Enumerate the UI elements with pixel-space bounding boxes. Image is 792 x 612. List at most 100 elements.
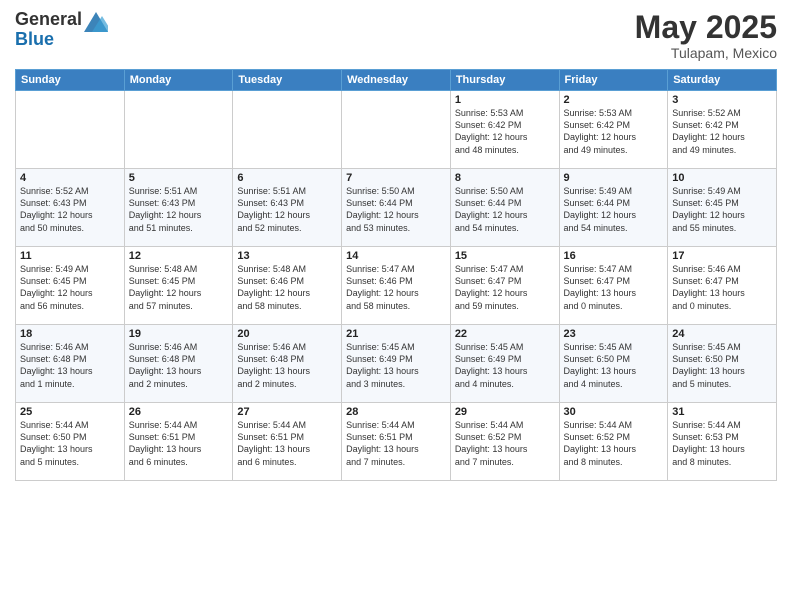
day-info: Sunrise: 5:45 AM Sunset: 6:49 PM Dayligh… xyxy=(455,341,555,390)
day-number: 2 xyxy=(564,94,664,106)
day-number: 18 xyxy=(20,328,120,340)
logo-icon xyxy=(84,12,108,32)
calendar-day-header: Saturday xyxy=(668,70,777,91)
day-info: Sunrise: 5:45 AM Sunset: 6:49 PM Dayligh… xyxy=(346,341,446,390)
day-number: 31 xyxy=(672,406,772,418)
day-number: 6 xyxy=(237,172,337,184)
day-info: Sunrise: 5:44 AM Sunset: 6:51 PM Dayligh… xyxy=(237,419,337,468)
location: Tulapam, Mexico xyxy=(635,45,777,61)
calendar-day-cell: 6Sunrise: 5:51 AM Sunset: 6:43 PM Daylig… xyxy=(233,169,342,247)
calendar-day-cell: 10Sunrise: 5:49 AM Sunset: 6:45 PM Dayli… xyxy=(668,169,777,247)
day-number: 15 xyxy=(455,250,555,262)
day-number: 30 xyxy=(564,406,664,418)
calendar-day-header: Tuesday xyxy=(233,70,342,91)
calendar-week-row: 11Sunrise: 5:49 AM Sunset: 6:45 PM Dayli… xyxy=(16,247,777,325)
calendar-day-cell: 13Sunrise: 5:48 AM Sunset: 6:46 PM Dayli… xyxy=(233,247,342,325)
calendar-week-row: 4Sunrise: 5:52 AM Sunset: 6:43 PM Daylig… xyxy=(16,169,777,247)
calendar-day-cell: 19Sunrise: 5:46 AM Sunset: 6:48 PM Dayli… xyxy=(124,325,233,403)
calendar-day-cell: 7Sunrise: 5:50 AM Sunset: 6:44 PM Daylig… xyxy=(342,169,451,247)
month-title: May 2025 xyxy=(635,10,777,45)
day-info: Sunrise: 5:49 AM Sunset: 6:44 PM Dayligh… xyxy=(564,185,664,234)
calendar-day-cell: 16Sunrise: 5:47 AM Sunset: 6:47 PM Dayli… xyxy=(559,247,668,325)
day-info: Sunrise: 5:51 AM Sunset: 6:43 PM Dayligh… xyxy=(237,185,337,234)
calendar-day-cell: 14Sunrise: 5:47 AM Sunset: 6:46 PM Dayli… xyxy=(342,247,451,325)
day-number: 4 xyxy=(20,172,120,184)
calendar-day-cell: 28Sunrise: 5:44 AM Sunset: 6:51 PM Dayli… xyxy=(342,403,451,481)
calendar-day-cell: 11Sunrise: 5:49 AM Sunset: 6:45 PM Dayli… xyxy=(16,247,125,325)
calendar: SundayMondayTuesdayWednesdayThursdayFrid… xyxy=(15,69,777,481)
day-info: Sunrise: 5:53 AM Sunset: 6:42 PM Dayligh… xyxy=(564,107,664,156)
calendar-day-cell: 21Sunrise: 5:45 AM Sunset: 6:49 PM Dayli… xyxy=(342,325,451,403)
calendar-day-cell: 1Sunrise: 5:53 AM Sunset: 6:42 PM Daylig… xyxy=(450,91,559,169)
day-info: Sunrise: 5:44 AM Sunset: 6:51 PM Dayligh… xyxy=(129,419,229,468)
day-info: Sunrise: 5:48 AM Sunset: 6:45 PM Dayligh… xyxy=(129,263,229,312)
day-number: 17 xyxy=(672,250,772,262)
calendar-week-row: 25Sunrise: 5:44 AM Sunset: 6:50 PM Dayli… xyxy=(16,403,777,481)
calendar-day-cell: 30Sunrise: 5:44 AM Sunset: 6:52 PM Dayli… xyxy=(559,403,668,481)
calendar-day-cell: 9Sunrise: 5:49 AM Sunset: 6:44 PM Daylig… xyxy=(559,169,668,247)
title-block: May 2025 Tulapam, Mexico xyxy=(635,10,777,61)
logo-blue: Blue xyxy=(15,30,82,50)
day-number: 26 xyxy=(129,406,229,418)
day-info: Sunrise: 5:46 AM Sunset: 6:48 PM Dayligh… xyxy=(237,341,337,390)
day-number: 20 xyxy=(237,328,337,340)
day-number: 28 xyxy=(346,406,446,418)
calendar-day-header: Wednesday xyxy=(342,70,451,91)
day-info: Sunrise: 5:53 AM Sunset: 6:42 PM Dayligh… xyxy=(455,107,555,156)
calendar-day-cell xyxy=(16,91,125,169)
day-info: Sunrise: 5:48 AM Sunset: 6:46 PM Dayligh… xyxy=(237,263,337,312)
page: General Blue May 2025 Tulapam, Mexico Su… xyxy=(0,0,792,612)
calendar-day-cell: 18Sunrise: 5:46 AM Sunset: 6:48 PM Dayli… xyxy=(16,325,125,403)
calendar-day-cell: 12Sunrise: 5:48 AM Sunset: 6:45 PM Dayli… xyxy=(124,247,233,325)
day-info: Sunrise: 5:46 AM Sunset: 6:48 PM Dayligh… xyxy=(129,341,229,390)
calendar-day-header: Sunday xyxy=(16,70,125,91)
calendar-day-cell xyxy=(342,91,451,169)
day-info: Sunrise: 5:52 AM Sunset: 6:42 PM Dayligh… xyxy=(672,107,772,156)
day-number: 29 xyxy=(455,406,555,418)
day-info: Sunrise: 5:45 AM Sunset: 6:50 PM Dayligh… xyxy=(672,341,772,390)
calendar-day-cell: 20Sunrise: 5:46 AM Sunset: 6:48 PM Dayli… xyxy=(233,325,342,403)
day-info: Sunrise: 5:49 AM Sunset: 6:45 PM Dayligh… xyxy=(20,263,120,312)
calendar-day-cell: 31Sunrise: 5:44 AM Sunset: 6:53 PM Dayli… xyxy=(668,403,777,481)
day-number: 16 xyxy=(564,250,664,262)
calendar-day-cell: 26Sunrise: 5:44 AM Sunset: 6:51 PM Dayli… xyxy=(124,403,233,481)
day-number: 22 xyxy=(455,328,555,340)
calendar-day-header: Monday xyxy=(124,70,233,91)
day-number: 24 xyxy=(672,328,772,340)
day-info: Sunrise: 5:47 AM Sunset: 6:46 PM Dayligh… xyxy=(346,263,446,312)
day-info: Sunrise: 5:49 AM Sunset: 6:45 PM Dayligh… xyxy=(672,185,772,234)
calendar-day-cell: 25Sunrise: 5:44 AM Sunset: 6:50 PM Dayli… xyxy=(16,403,125,481)
day-number: 21 xyxy=(346,328,446,340)
calendar-day-cell: 29Sunrise: 5:44 AM Sunset: 6:52 PM Dayli… xyxy=(450,403,559,481)
day-info: Sunrise: 5:44 AM Sunset: 6:50 PM Dayligh… xyxy=(20,419,120,468)
day-number: 10 xyxy=(672,172,772,184)
day-info: Sunrise: 5:44 AM Sunset: 6:51 PM Dayligh… xyxy=(346,419,446,468)
calendar-day-cell: 22Sunrise: 5:45 AM Sunset: 6:49 PM Dayli… xyxy=(450,325,559,403)
calendar-day-cell: 3Sunrise: 5:52 AM Sunset: 6:42 PM Daylig… xyxy=(668,91,777,169)
calendar-day-cell xyxy=(233,91,342,169)
day-number: 19 xyxy=(129,328,229,340)
calendar-day-cell: 5Sunrise: 5:51 AM Sunset: 6:43 PM Daylig… xyxy=(124,169,233,247)
day-info: Sunrise: 5:46 AM Sunset: 6:48 PM Dayligh… xyxy=(20,341,120,390)
calendar-day-cell: 24Sunrise: 5:45 AM Sunset: 6:50 PM Dayli… xyxy=(668,325,777,403)
calendar-header-row: SundayMondayTuesdayWednesdayThursdayFrid… xyxy=(16,70,777,91)
calendar-day-cell: 15Sunrise: 5:47 AM Sunset: 6:47 PM Dayli… xyxy=(450,247,559,325)
day-number: 25 xyxy=(20,406,120,418)
day-number: 9 xyxy=(564,172,664,184)
calendar-day-cell: 2Sunrise: 5:53 AM Sunset: 6:42 PM Daylig… xyxy=(559,91,668,169)
day-info: Sunrise: 5:46 AM Sunset: 6:47 PM Dayligh… xyxy=(672,263,772,312)
calendar-day-header: Friday xyxy=(559,70,668,91)
day-info: Sunrise: 5:45 AM Sunset: 6:50 PM Dayligh… xyxy=(564,341,664,390)
day-number: 3 xyxy=(672,94,772,106)
calendar-week-row: 1Sunrise: 5:53 AM Sunset: 6:42 PM Daylig… xyxy=(16,91,777,169)
calendar-day-cell: 27Sunrise: 5:44 AM Sunset: 6:51 PM Dayli… xyxy=(233,403,342,481)
day-info: Sunrise: 5:44 AM Sunset: 6:52 PM Dayligh… xyxy=(564,419,664,468)
day-info: Sunrise: 5:47 AM Sunset: 6:47 PM Dayligh… xyxy=(564,263,664,312)
day-info: Sunrise: 5:47 AM Sunset: 6:47 PM Dayligh… xyxy=(455,263,555,312)
day-number: 11 xyxy=(20,250,120,262)
header: General Blue May 2025 Tulapam, Mexico xyxy=(15,10,777,61)
logo-general: General xyxy=(15,10,82,30)
day-number: 7 xyxy=(346,172,446,184)
day-info: Sunrise: 5:44 AM Sunset: 6:53 PM Dayligh… xyxy=(672,419,772,468)
day-number: 27 xyxy=(237,406,337,418)
